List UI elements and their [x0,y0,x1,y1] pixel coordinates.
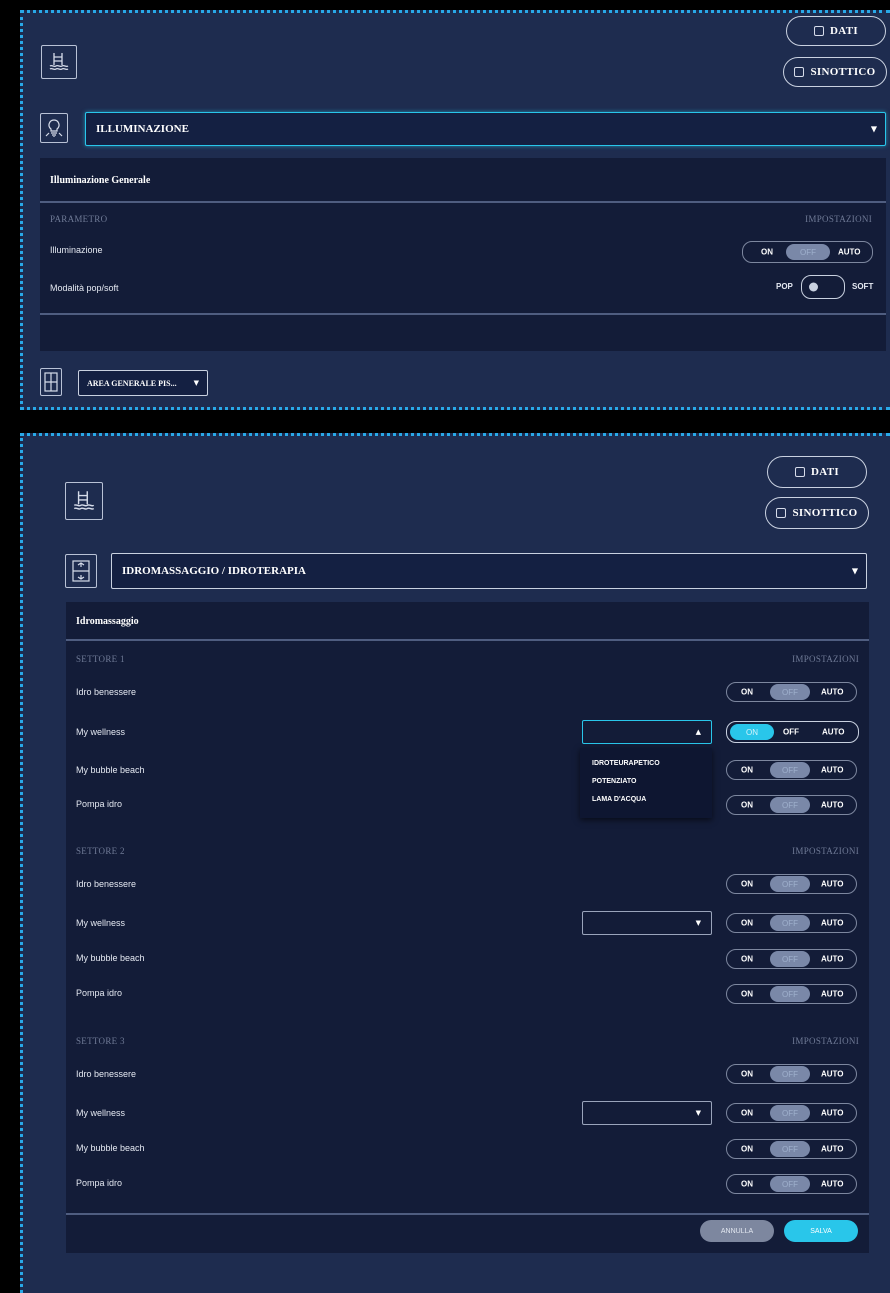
divider [40,201,886,203]
column-header-settings: IMPOSTAZIONI [792,654,859,664]
category-select[interactable]: IDROMASSAGGIO / IDROTERAPIA ▼ [111,553,867,589]
save-button[interactable]: SALVA [784,1220,858,1242]
switch-knob [809,282,818,292]
illumination-screen: DATI SINOTTICO ILLUMINAZIONE ▼ Illuminaz… [20,10,890,410]
list-icon [794,67,805,77]
chevron-down-icon: ▼ [695,1109,701,1117]
cancel-button[interactable]: ANNULLA [700,1220,774,1242]
sector-header: SETTORE 2 [76,846,125,856]
chevron-up-icon: ▲ [695,728,701,736]
panel-title: Idromassaggio [76,615,139,627]
wellness-program-select-s1[interactable]: ▲ [582,720,712,744]
column-header-parameter: PARAMETRO [50,214,108,224]
row-label: Pompa idro [76,1178,123,1188]
toggle-bubble-beach-s3[interactable]: ON OFF AUTO [726,1139,857,1159]
row-label: My wellness [76,727,126,737]
list-icon [776,508,787,518]
hydromassage-icon [65,554,97,588]
wellness-dropdown-menu: IDROTEURAPETICO POTENZIATO LAMA D'ACQUA [580,748,712,818]
wellness-program-select-s2[interactable]: ▼ [582,911,712,935]
divider [40,313,886,315]
toggle-idro-benessere-s1[interactable]: ON OFF AUTO [726,682,857,702]
toggle-pompa-idro-s2[interactable]: ON OFF AUTO [726,984,857,1004]
toggle-pompa-idro-s3[interactable]: ON OFF AUTO [726,1174,857,1194]
illumination-panel: Illuminazione Generale PARAMETRO IMPOSTA… [40,158,886,351]
row-label: Illuminazione [50,245,103,255]
dropdown-option[interactable]: IDROTEURAPETICO [592,760,660,767]
row-label: My wellness [76,1108,126,1118]
toggle-bubble-beach-s1[interactable]: ON OFF AUTO [726,760,857,780]
chevron-down-icon: ▼ [695,919,701,927]
toggle-idro-benessere-s3[interactable]: ON OFF AUTO [726,1064,857,1084]
category-select[interactable]: ILLUMINAZIONE ▼ [85,112,886,146]
row-label: Pompa idro [76,988,123,998]
row-label: Idro benessere [76,687,137,697]
column-header-settings: IMPOSTAZIONI [805,214,872,224]
row-label: My bubble beach [76,1143,145,1153]
row-label: My bubble beach [76,765,145,775]
chart-icon [814,26,825,36]
soft-label: SOFT [852,282,874,291]
chevron-down-icon: ▼ [193,379,199,387]
row-label: Pompa idro [76,799,123,809]
toggle-bubble-beach-s2[interactable]: ON OFF AUTO [726,949,857,969]
toggle-my-wellness-s1[interactable]: ON OFF AUTO [726,721,859,743]
row-label: My wellness [76,918,126,928]
sinottico-button[interactable]: SINOTTICO [765,497,869,529]
row-label: Idro benessere [76,1069,137,1079]
divider [66,1213,869,1215]
area-icon [40,368,62,396]
dati-button[interactable]: DATI [767,456,867,488]
hydromassage-panel: Idromassaggio SETTORE 1 IMPOSTAZIONI Idr… [66,602,869,1253]
pool-icon [41,45,77,79]
toggle-pompa-idro-s1[interactable]: ON OFF AUTO [726,795,857,815]
wellness-program-select-s3[interactable]: ▼ [582,1101,712,1125]
sector-header: SETTORE 1 [76,654,125,664]
illumination-toggle[interactable]: ON OFF AUTO [742,241,873,263]
column-header-settings: IMPOSTAZIONI [792,846,859,856]
chevron-down-icon: ▼ [870,124,877,134]
lightbulb-icon [40,113,68,143]
dropdown-option[interactable]: LAMA D'ACQUA [592,796,646,803]
area-select[interactable]: AREA GENERALE PIS... ▼ [78,370,208,396]
pop-label: POP [776,282,793,291]
row-label: My bubble beach [76,953,145,963]
row-label: Idro benessere [76,879,137,889]
toggle-my-wellness-s3[interactable]: ON OFF AUTO [726,1103,857,1123]
sector-header: SETTORE 3 [76,1036,125,1046]
hydromassage-screen: DATI SINOTTICO IDROMASSAGGIO / IDROTERAP… [20,433,890,1293]
dati-button[interactable]: DATI [786,16,886,46]
row-label: Modalità pop/soft [50,283,119,293]
toggle-idro-benessere-s2[interactable]: ON OFF AUTO [726,874,857,894]
dropdown-option[interactable]: POTENZIATO [592,778,636,785]
chart-icon [795,467,806,477]
divider [66,639,869,641]
pool-icon [65,482,103,520]
sinottico-button[interactable]: SINOTTICO [783,57,887,87]
panel-title: Illuminazione Generale [50,174,151,186]
toggle-my-wellness-s2[interactable]: ON OFF AUTO [726,913,857,933]
chevron-down-icon: ▼ [851,566,858,576]
column-header-settings: IMPOSTAZIONI [792,1036,859,1046]
pop-soft-switch[interactable] [801,275,845,299]
